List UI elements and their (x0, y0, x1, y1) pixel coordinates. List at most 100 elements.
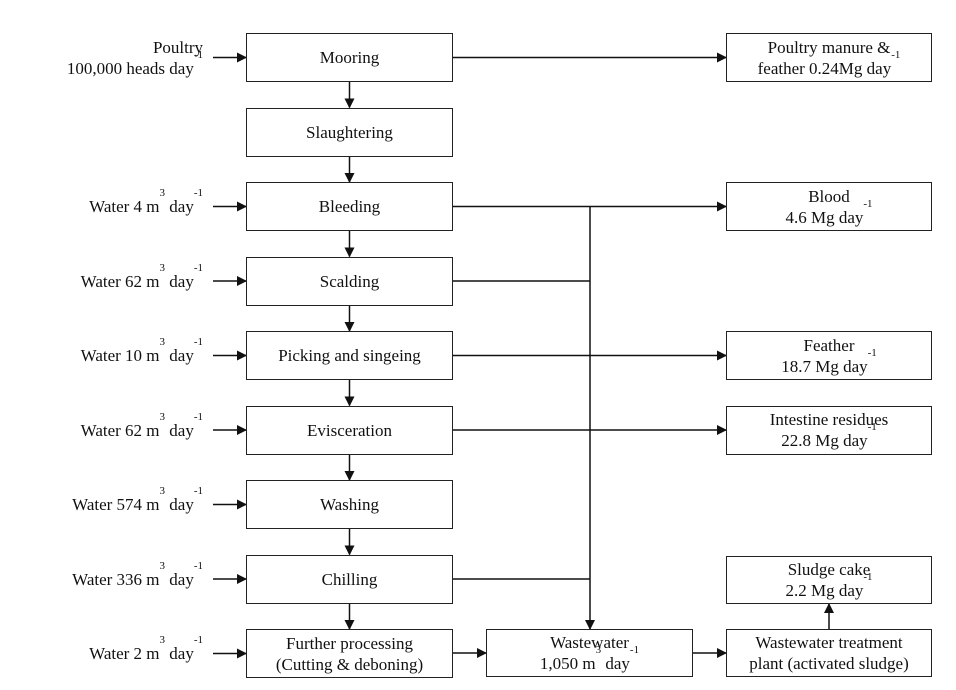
text-segment: day (165, 271, 194, 291)
text-line: Mooring (320, 47, 380, 68)
step-slaughtering: Slaughtering (246, 107, 453, 157)
text-line: 1,050 m3 day-1 (539, 645, 639, 674)
superscript: -1 (193, 634, 203, 646)
superscript: -1 (193, 336, 203, 348)
text-line: Evisceration (307, 420, 392, 441)
text-line: Wastewater (550, 632, 629, 653)
text-line: Feather (804, 335, 855, 356)
text-segment: 100,000 heads day (66, 58, 194, 78)
text-line: Slaughtering (306, 122, 393, 143)
step-further-processing: Further processing (Cutting & deboning) (246, 629, 453, 678)
wastewater-box: Wastewater 1,050 m3 day-1 (486, 629, 693, 677)
text-segment: Feather (803, 335, 855, 355)
text-segment: 2.2 Mg day (785, 581, 864, 600)
superscript: -1 (867, 346, 877, 359)
text-segment: Chilling (321, 569, 378, 589)
text-line: 18.7 Mg day-1 (781, 347, 877, 377)
superscript: -1 (193, 410, 203, 423)
input-label: Water 62 m3 day-1 (81, 411, 203, 441)
text-line: Water 10 m3 day-1 (80, 337, 203, 366)
text-line: Water 4 m3 day-1 (89, 188, 203, 217)
text-segment: Slaughtering (306, 122, 393, 142)
text-segment: Further processing (285, 633, 413, 653)
input-label: Water 574 m3 day-1 (72, 486, 203, 515)
text-line: Water 62 m3 day-1 (80, 262, 203, 292)
text-segment: Water 4 m (89, 197, 160, 216)
output-box: Poultry manure & feather 0.24Mg day-1 (726, 33, 932, 82)
superscript: -1 (629, 644, 640, 656)
input-label: Water 10 m3 day-1 (80, 337, 203, 366)
superscript: 3 (595, 644, 602, 656)
input-label: Water 62 m3 day-1 (80, 262, 203, 292)
superscript: 3 (159, 410, 166, 423)
text-segment: 22.8 Mg day (781, 431, 868, 450)
text-line: 2.2 Mg day-1 (785, 572, 872, 601)
text-segment: feather 0.24Mg day (757, 58, 892, 78)
text-line: Picking and singeing (278, 345, 421, 366)
text-line: Washing (320, 494, 379, 515)
text-segment: Washing (319, 495, 380, 514)
text-segment: 18.7 Mg day (781, 356, 868, 376)
text-line: plant (activated sludge) (749, 653, 909, 674)
text-line: Bleeding (319, 196, 380, 217)
text-line: Poultry manure & (768, 37, 891, 58)
superscript: -1 (863, 197, 873, 210)
superscript: -1 (867, 421, 877, 433)
text-segment: (Cutting & deboning) (275, 654, 424, 674)
text-segment: Wastewater treatment (755, 633, 903, 652)
superscript: -1 (193, 559, 203, 572)
superscript: 3 (159, 634, 166, 646)
step-chilling: Chilling (246, 554, 453, 604)
text-line: Sludge cake (788, 559, 871, 580)
text-segment: Water 336 m (72, 569, 160, 589)
step-mooring: Mooring (246, 33, 453, 82)
text-segment: Scalding (319, 271, 380, 291)
text-segment: Wastewater (550, 633, 629, 652)
text-segment: Picking and singeing (278, 346, 421, 365)
superscript: -1 (193, 261, 203, 274)
input-label: Water 4 m3 day-1 (89, 188, 203, 217)
text-line: Poultry (67, 37, 203, 58)
text-line: Wastewater treatment (755, 632, 902, 653)
text-line: Further processing (286, 633, 413, 654)
text-line: Blood (808, 186, 850, 207)
output-box: Blood 4.6 Mg day-1 (726, 182, 932, 231)
process-flow-diagram: Mooring Slaughtering Bleeding Scalding Picki… (0, 0, 956, 690)
text-line: 100,000 heads day-1 (66, 49, 203, 79)
text-line: Water 336 m3 day-1 (72, 560, 203, 590)
text-segment: Water 62 m (80, 271, 160, 291)
text-segment: Sludge cake (787, 560, 871, 579)
text-line: feather 0.24Mg day-1 (757, 49, 901, 79)
step-scalding: Scalding (246, 256, 453, 306)
superscript: -1 (193, 485, 203, 497)
superscript: -1 (193, 187, 203, 199)
text-line: 22.8 Mg day-1 (781, 422, 877, 451)
input-label: Water 336 m3 day-1 (72, 560, 203, 590)
superscript: -1 (891, 48, 901, 61)
text-segment: 4.6 Mg day (785, 207, 864, 227)
output-box: Feather 18.7 Mg day-1 (726, 331, 932, 380)
text-segment: day (165, 420, 194, 440)
text-line: (Cutting & deboning) (276, 654, 423, 675)
superscript: 3 (159, 559, 166, 572)
text-segment: Blood (808, 186, 850, 206)
text-segment: Poultry manure & (767, 37, 891, 57)
text-segment: Mooring (319, 48, 380, 67)
text-segment: Water 10 m (80, 346, 160, 365)
text-segment: day (165, 644, 194, 663)
superscript: 3 (159, 187, 166, 199)
text-segment: 1,050 m (539, 654, 596, 673)
sludge-cake-box: Sludge cake 2.2 Mg day-1 (726, 556, 932, 604)
text-segment: day (165, 569, 194, 589)
superscript: 3 (159, 336, 166, 348)
text-segment: Evisceration (307, 420, 392, 440)
superscript: 3 (159, 485, 166, 497)
text-segment: day (165, 346, 194, 365)
input-label: Poultry 100,000 heads day-1 (67, 37, 203, 79)
treatment-plant-box: Wastewater treatment plant (activated slu… (726, 629, 932, 677)
superscript: -1 (863, 571, 873, 583)
text-segment: Bleeding (318, 197, 381, 216)
text-line: Water 574 m3 day-1 (72, 486, 203, 515)
text-segment: day (165, 197, 194, 216)
text-line: 4.6 Mg day-1 (785, 198, 872, 228)
